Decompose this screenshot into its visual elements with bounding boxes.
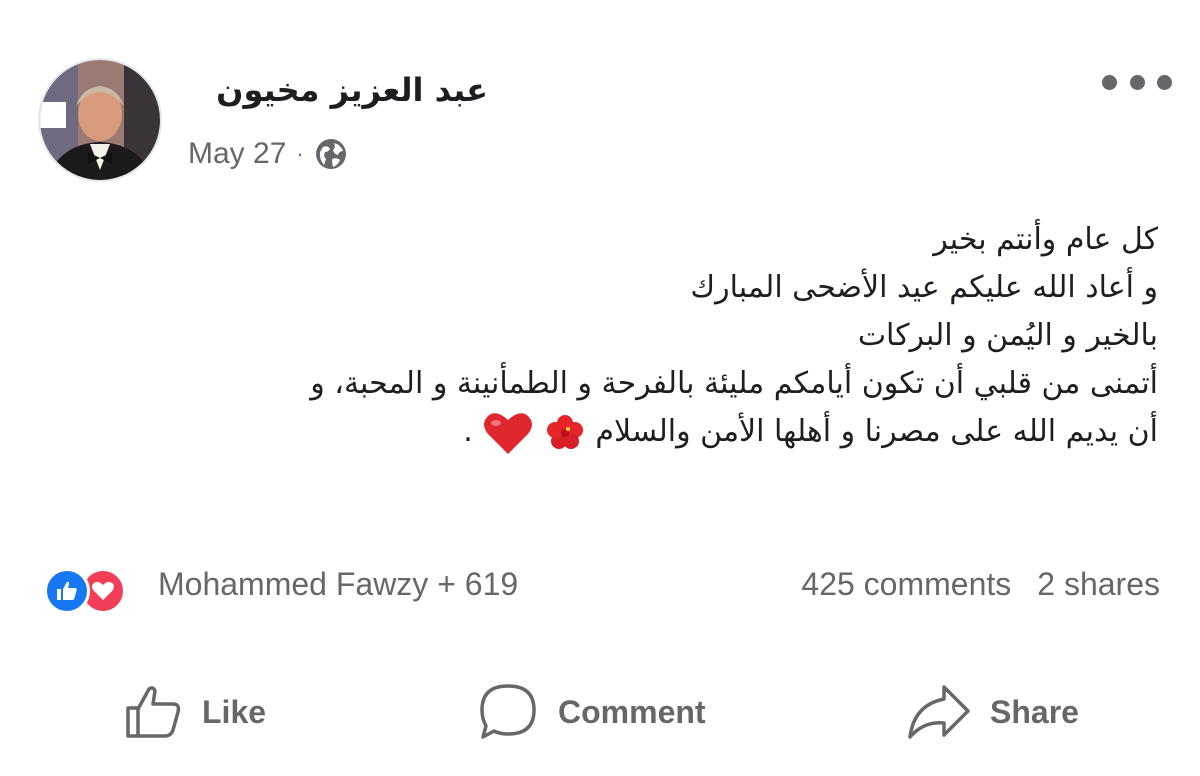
post-line: كل عام وأنتم بخير <box>933 222 1158 257</box>
share-icon <box>908 685 970 739</box>
post-header: عبد العزيز مخيون May 27 · <box>0 0 1200 200</box>
red-heart-emoji <box>484 412 533 454</box>
engagement-counts: 425 comments 2 shares <box>801 566 1160 603</box>
post-meta: May 27 · <box>188 132 348 176</box>
comment-label: Comment <box>558 693 706 730</box>
avatar[interactable] <box>38 58 162 182</box>
reactors-summary[interactable]: Mohammed Fawzy + 619 <box>158 566 518 603</box>
post-stats: Mohammed Fawzy + 619 425 comments 2 shar… <box>0 560 1200 616</box>
more-options-icon[interactable] <box>1102 66 1172 98</box>
hibiscus-emoji <box>546 414 583 449</box>
comment-icon <box>480 684 536 739</box>
globe-icon <box>315 139 346 169</box>
like-reaction-icon <box>44 568 90 614</box>
thumbs-up-icon <box>126 686 181 738</box>
post-line: بالخير و اليُمن و البركات <box>857 318 1158 353</box>
author-name[interactable]: عبد العزيز مخيون <box>188 66 488 114</box>
shares-count[interactable]: 2 shares <box>1037 566 1160 603</box>
like-label: Like <box>202 693 267 730</box>
post-line-last: أن يديم الله على مصرنا و أهلها الأمن وال… <box>38 408 1158 456</box>
like-button[interactable]: Like <box>124 672 266 752</box>
post-line: أتمنى من قلبي أن تكون أيامكم مليئة بالفر… <box>310 366 1158 401</box>
share-label: Share <box>990 693 1079 730</box>
post-end-mark: . <box>463 414 473 449</box>
post-text: كل عام وأنتم بخير و أعاد الله عليكم عيد … <box>38 216 1158 456</box>
reaction-icons[interactable] <box>44 568 126 614</box>
post-date[interactable]: May 27 <box>188 137 286 171</box>
post-actions: Like Comment Share <box>0 672 1200 752</box>
share-button[interactable]: Share <box>906 672 1079 752</box>
post-line: و أعاد الله عليكم عيد الأضحى المبارك <box>690 270 1158 305</box>
meta-separator: · <box>296 141 304 166</box>
comments-count[interactable]: 425 comments <box>801 566 1011 603</box>
post-line: أن يديم الله على مصرنا و أهلها الأمن وال… <box>595 414 1158 449</box>
comment-button[interactable]: Comment <box>476 672 706 752</box>
